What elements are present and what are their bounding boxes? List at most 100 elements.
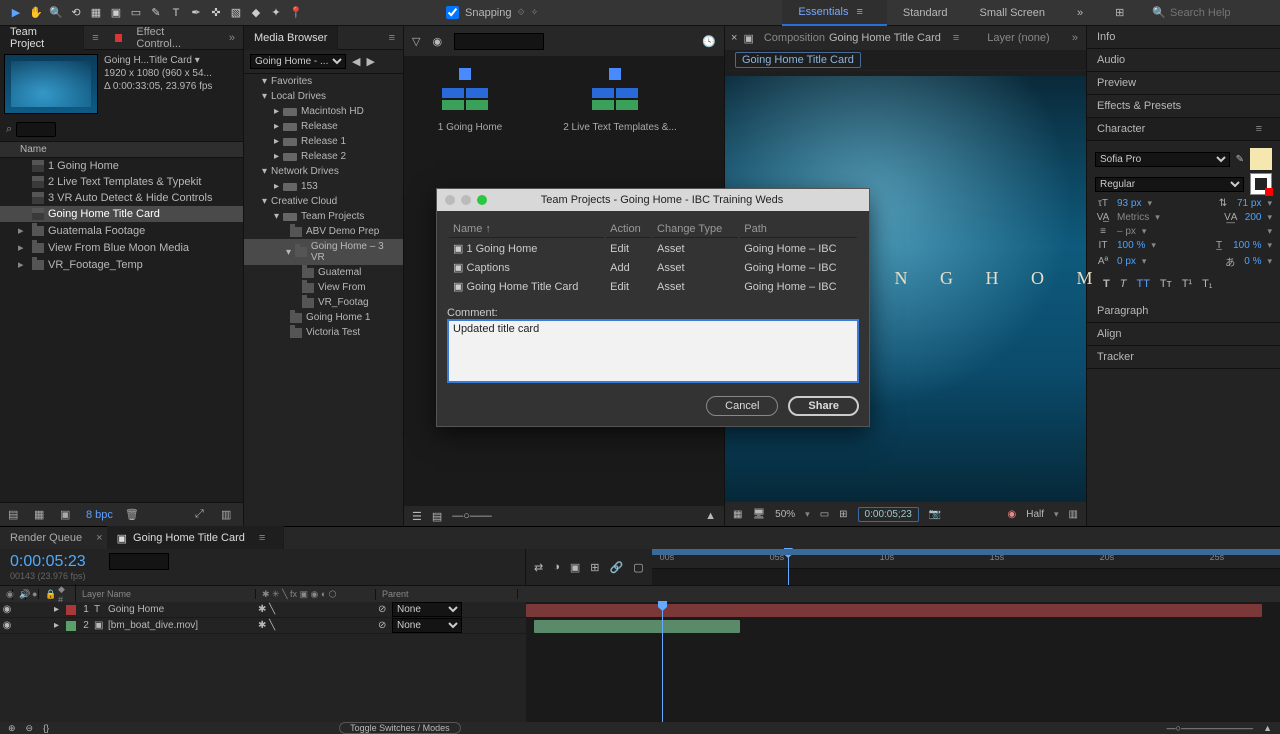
snapping-icon1[interactable]: ⟐ (518, 7, 525, 18)
col-change-type[interactable]: Change Type (653, 221, 738, 238)
viewer-timecode[interactable]: 0:00:05;23 (858, 507, 919, 522)
zoom-chevron[interactable]: ▾ (805, 509, 810, 520)
workspace-standard[interactable]: Standard (887, 0, 964, 26)
baseline-value[interactable]: 0 px (1117, 256, 1136, 267)
fill-swatch[interactable] (1250, 148, 1272, 170)
back-icon[interactable]: ◀ (352, 55, 360, 68)
kerning-value[interactable]: Metrics (1117, 212, 1149, 223)
layer-name-col[interactable]: Layer Name (76, 589, 256, 599)
col-name[interactable]: Name ↑ (449, 221, 604, 238)
pan-behind-tool[interactable]: ▭ (126, 3, 146, 23)
mb-tree-item[interactable]: ▸Release 1 (244, 134, 403, 149)
mb-tree-item[interactable]: ▾Local Drives (244, 89, 403, 104)
eyedropper-icon[interactable]: ✎ (1236, 154, 1244, 165)
panel-preview[interactable]: Preview (1087, 72, 1280, 95)
tsume-value[interactable]: 0 % (1244, 256, 1261, 267)
preview-icon[interactable]: ◉ (432, 35, 442, 48)
layer-row[interactable]: ◉▸1TGoing Home✱ ╲⊘None (0, 602, 526, 618)
font-family-dropdown[interactable]: Sofia Pro (1095, 152, 1230, 167)
parent-col[interactable]: Parent (376, 589, 518, 599)
comment-input[interactable] (447, 319, 859, 383)
tl-icon1[interactable]: ⇄ (534, 561, 543, 574)
trash-icon[interactable]: 🗑 (125, 508, 139, 522)
puppet-tool[interactable]: 📍 (286, 3, 306, 23)
tl-icon5[interactable]: 🔗 (610, 561, 624, 574)
workspace-overflow[interactable]: » (1061, 0, 1099, 26)
overflow-icon[interactable]: » (221, 32, 243, 44)
stroke-swatch[interactable] (1250, 173, 1272, 195)
zoom-dot[interactable] (477, 195, 487, 205)
tl-icon6[interactable]: ▢ (633, 561, 643, 574)
mb-tree-item[interactable]: View From (244, 280, 403, 295)
mb-tree-item[interactable]: ▾Going Home – 3 VR (244, 239, 403, 265)
zoom-tool[interactable]: 🔍 (46, 3, 66, 23)
tab-team-project[interactable]: Team Project (0, 26, 84, 50)
resolution-dropdown[interactable]: Half (1026, 509, 1044, 520)
hscale-value[interactable]: 100 % (1233, 240, 1261, 251)
search-help[interactable]: 🔍 (1152, 6, 1280, 19)
history-icon[interactable]: 🕓 (702, 35, 716, 48)
switches-col[interactable]: ✱ ✳ ╲ fx ▣ ◉ ◐ ⬡ (256, 589, 376, 600)
zoom-mountain-icon[interactable]: ▲ (1263, 723, 1272, 733)
tab-timeline-comp[interactable]: ▣ Going Home Title Card ≡ (107, 526, 285, 550)
layer-2-bar[interactable] (534, 620, 740, 633)
mb-tree-item[interactable]: ▾Network Drives (244, 164, 403, 179)
panel-align[interactable]: Align (1087, 323, 1280, 346)
new-comp-icon[interactable]: ▥ (221, 508, 235, 522)
solo-col-icon[interactable]: ● (26, 589, 39, 599)
view-thumb-icon[interactable]: ▤ (432, 510, 442, 523)
tab-render-queue[interactable]: Render Queue (0, 526, 92, 550)
eraser-tool[interactable]: ◆ (246, 3, 266, 23)
monitor-icon[interactable]: 🖥 (752, 509, 765, 520)
camera-tool[interactable]: ▣ (106, 3, 126, 23)
project-item[interactable]: 1 Going Home (0, 158, 243, 174)
mb-tree-item[interactable]: Victoria Test (244, 325, 403, 340)
table-row[interactable]: ▣ Going Home Title CardEditAssetGoing Ho… (449, 278, 857, 295)
panel-effects-presets[interactable]: Effects & Presets (1087, 95, 1280, 118)
tab-composition[interactable]: Composition Going Home Title Card ≡ (754, 26, 977, 50)
table-row[interactable]: ▣ CaptionsAddAssetGoing Home – IBC (449, 259, 857, 276)
comp-overflow-icon[interactable]: » (1064, 32, 1086, 44)
new-folder-icon[interactable]: ⤢ (195, 508, 209, 522)
stroke-value[interactable]: – px (1117, 226, 1136, 237)
bin-grid-icon[interactable]: ▦ (34, 508, 48, 522)
tl-icon2[interactable]: ◑ (553, 561, 560, 573)
panel-menu-icon[interactable]: ≡ (84, 32, 106, 44)
comp-breadcrumb[interactable]: Going Home Title Card (725, 50, 1086, 71)
workspace-essentials[interactable]: Essentials≡ (782, 0, 887, 26)
view-list-icon[interactable]: ☰ (412, 510, 422, 523)
project-item[interactable]: 2 Live Text Templates & Typekit (0, 174, 243, 190)
tl-foot-icon2[interactable]: ⊖ (26, 723, 34, 734)
mb-tree-item[interactable]: VR_Footag (244, 295, 403, 310)
project-item[interactable]: ▸Guatemala Footage (0, 222, 243, 239)
font-size-value[interactable]: 93 px (1117, 198, 1141, 209)
shape-tool[interactable]: ✎ (146, 3, 166, 23)
project-item[interactable]: ▸View From Blue Moon Media (0, 239, 243, 256)
font-style-dropdown[interactable]: Regular (1095, 177, 1244, 192)
tl-foot-icon1[interactable]: ⊕ (8, 723, 16, 734)
bin-list-icon[interactable]: ▤ (8, 508, 22, 522)
playhead-line[interactable] (662, 602, 663, 722)
tab-effect-controls[interactable]: Effect Control... (126, 26, 220, 50)
roto-tool[interactable]: ✦ (266, 3, 286, 23)
allcaps-button[interactable]: TT (1136, 278, 1149, 290)
close-tab-icon[interactable]: × (92, 532, 106, 544)
pen-tool[interactable]: ✒ (186, 3, 206, 23)
tl-icon3[interactable]: ▣ (570, 561, 580, 574)
grid-icon[interactable]: ▦ (733, 509, 742, 520)
media-search-input[interactable] (454, 33, 544, 50)
col-action[interactable]: Action (606, 221, 651, 238)
slider-dot[interactable]: —○—— (452, 510, 492, 522)
panel-audio[interactable]: Audio (1087, 49, 1280, 72)
close-comp-icon[interactable]: × (725, 32, 743, 44)
zoom-value[interactable]: 50% (775, 509, 795, 520)
zoom-slider[interactable]: —○———————— (1167, 723, 1253, 733)
layer-1-bar[interactable] (526, 604, 1262, 617)
orbit-tool[interactable]: ⟲ (66, 3, 86, 23)
speaker-col-icon[interactable]: 🔊 (13, 589, 26, 600)
mb-menu-icon[interactable]: ≡ (381, 32, 403, 44)
lock-col-icon[interactable]: 🔒 (39, 589, 52, 600)
search-help-input[interactable] (1170, 7, 1270, 19)
project-item[interactable]: 3 VR Auto Detect & Hide Controls (0, 190, 243, 206)
tl-icon4[interactable]: ⊞ (590, 561, 599, 574)
